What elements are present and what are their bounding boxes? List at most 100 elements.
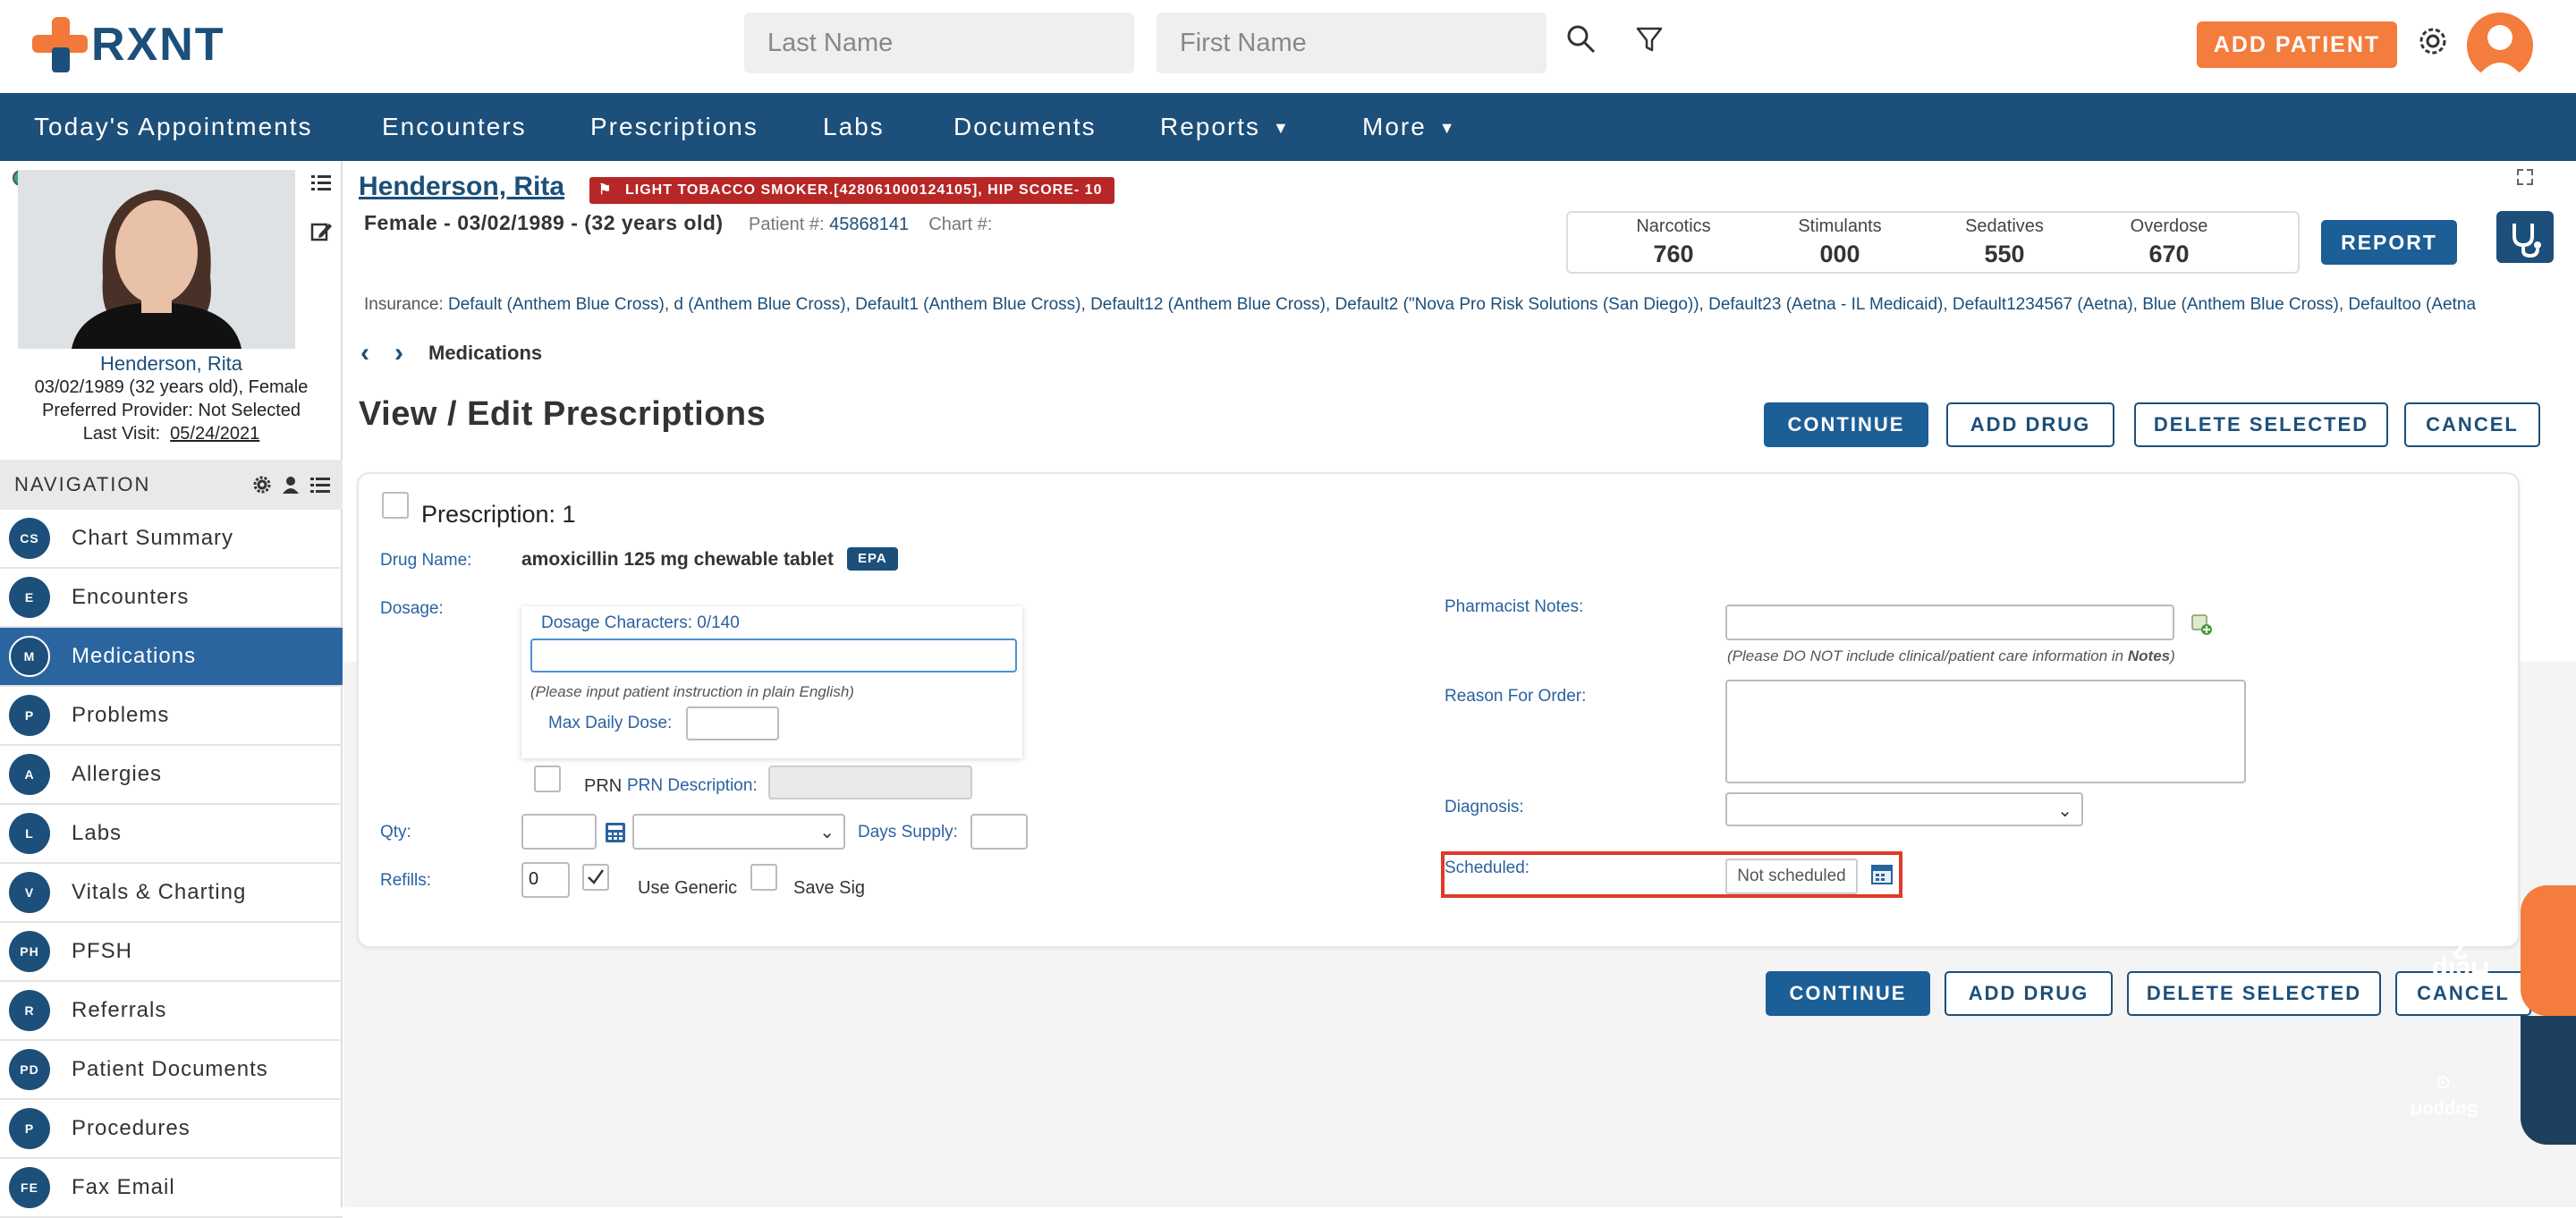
notes-add-icon[interactable]	[2189, 612, 2214, 637]
nav-encounters[interactable]: Encounters	[382, 93, 527, 161]
main-nav: Today's Appointments Encounters Prescrip…	[0, 93, 2576, 161]
qty-input[interactable]	[521, 814, 597, 850]
sidebar-item-encounters[interactable]: E Encounters	[0, 569, 343, 628]
sidebar-item-patient-documents[interactable]: PD Patient Documents	[0, 1041, 343, 1100]
filter-icon[interactable]	[1631, 21, 1667, 57]
qty-unit-select[interactable]: ⌄	[632, 814, 845, 850]
back-arrow-icon[interactable]: ‹	[360, 338, 369, 368]
breadcrumb-current: Medications	[428, 342, 543, 364]
nav-badge: CS	[9, 518, 50, 559]
nav-reports[interactable]: Reports ▼	[1160, 93, 1291, 161]
nav-todays-appointments[interactable]: Today's Appointments	[34, 93, 313, 161]
prescription-select-checkbox[interactable]	[382, 492, 409, 519]
nav-prescriptions[interactable]: Prescriptions	[590, 93, 758, 161]
user-avatar[interactable]	[2467, 13, 2533, 79]
nav-labs[interactable]: Labs	[823, 93, 885, 161]
expand-icon[interactable]	[2516, 168, 2534, 186]
continue-button-bottom[interactable]: CONTINUE	[1766, 971, 1930, 1016]
dosage-panel: Dosage Characters: 0/140 (Please input p…	[521, 606, 1022, 758]
prn-checkbox[interactable]	[534, 765, 561, 792]
prn-label: PRN	[584, 776, 623, 796]
chevron-down-icon: ▼	[1273, 119, 1291, 137]
nav-badge: P	[9, 1108, 50, 1149]
sidebar-item-chart-summary[interactable]: CS Chart Summary	[0, 510, 343, 569]
add-patient-button[interactable]: ADD PATIENT	[2197, 21, 2397, 68]
sidebar-item-label: Procedures	[72, 1116, 191, 1140]
pharmacist-notes-label: Pharmacist Notes:	[1445, 597, 1584, 616]
use-generic-checkbox[interactable]	[582, 864, 609, 891]
nav-badge: M	[9, 636, 50, 677]
support-tab[interactable]: ⊙ Support	[2410, 1016, 2576, 1145]
sidebar-item-vitals-charting[interactable]: V Vitals & Charting	[0, 864, 343, 923]
scheduled-value[interactable]: Not scheduled	[1725, 859, 1858, 894]
sidebar-item-allergies[interactable]: A Allergies	[0, 746, 343, 805]
patient-number-value[interactable]: 45868141	[829, 215, 909, 234]
save-sig-checkbox[interactable]	[750, 864, 777, 891]
nav-badge: R	[9, 990, 50, 1031]
person-icon[interactable]	[282, 476, 300, 494]
days-supply-input[interactable]	[970, 814, 1028, 850]
calculator-icon[interactable]	[604, 821, 627, 844]
settings-gear-icon[interactable]	[2415, 23, 2451, 59]
sidebar-item-fax-email[interactable]: FE Fax Email	[0, 1159, 343, 1218]
sidebar-item-labs[interactable]: L Labs	[0, 805, 343, 864]
diagnosis-select[interactable]: ⌄	[1725, 792, 2083, 826]
list-icon[interactable]	[310, 476, 330, 494]
chevron-down-icon: ⌄	[2057, 801, 2072, 821]
last-name-search-input[interactable]	[744, 13, 1134, 73]
pharmacist-notes-input[interactable]	[1725, 605, 2174, 640]
logo-cross-icon	[32, 17, 88, 72]
nav-badge: PH	[9, 931, 50, 972]
delete-selected-button-top[interactable]: DELETE SELECTED	[2134, 402, 2388, 447]
top-bar: RXNT ADD PATIENT	[0, 0, 2576, 93]
sidebar-item-referrals[interactable]: R Referrals	[0, 982, 343, 1041]
sidebar-item-procedures[interactable]: P Procedures	[0, 1100, 343, 1159]
report-button[interactable]: REPORT	[2321, 220, 2457, 265]
refills-input[interactable]: 0	[521, 862, 570, 898]
reason-for-order-textarea[interactable]	[1725, 680, 2246, 783]
nav-more[interactable]: More ▼	[1362, 93, 1457, 161]
stat-sedatives: Sedatives 550	[1933, 216, 2076, 268]
stat-value: 760	[1653, 241, 1694, 267]
sidebar-item-problems[interactable]: P Problems	[0, 687, 343, 746]
nav-documents[interactable]: Documents	[953, 93, 1097, 161]
qty-label: Qty:	[380, 823, 411, 842]
list-icon[interactable]	[309, 172, 333, 195]
nav-badge: PD	[9, 1049, 50, 1090]
max-daily-dose-input[interactable]	[686, 706, 779, 740]
gear-icon[interactable]	[253, 476, 271, 494]
prn-description-input[interactable]	[768, 765, 972, 799]
sidebar-patient-dob: 03/02/1989 (32 years old), Female	[34, 377, 309, 397]
sidebar-patient-name[interactable]: Henderson, Rita	[0, 352, 343, 376]
stat-value: 550	[1984, 241, 2025, 267]
delete-selected-button-bottom[interactable]: DELETE SELECTED	[2127, 971, 2381, 1016]
insurance-values[interactable]: Default (Anthem Blue Cross), d (Anthem B…	[448, 295, 2476, 314]
sidebar-nav-list: CS Chart Summary E Encounters M Medications…	[0, 510, 343, 1218]
patient-alert-flag[interactable]: ⚑ LIGHT TOBACCO SMOKER.[428061000124105],…	[589, 177, 1115, 204]
stat-overdose: Overdose 670	[2097, 216, 2241, 268]
patient-photo	[18, 170, 295, 349]
continue-button-top[interactable]: CONTINUE	[1764, 402, 1928, 447]
pdmp-stats: Narcotics 760 Stimulants 000 Sedatives 550 …	[1566, 211, 2300, 274]
search-icon[interactable]	[1563, 21, 1599, 57]
stethoscope-button[interactable]	[2496, 211, 2554, 263]
patient-name-link[interactable]: Henderson, Rita	[359, 172, 564, 202]
calendar-icon[interactable]	[1870, 862, 1894, 885]
sidebar-item-pfsh[interactable]: PH PFSH	[0, 923, 343, 982]
use-generic-label: Use Generic	[638, 878, 738, 898]
help-tab[interactable]: ? Help	[2431, 885, 2576, 1016]
first-name-search-input[interactable]	[1157, 13, 1546, 73]
sidebar-item-label: Referrals	[72, 998, 167, 1022]
last-visit-link[interactable]: 05/24/2021	[170, 424, 259, 444]
forward-arrow-icon[interactable]: ›	[394, 338, 403, 368]
add-drug-button-top[interactable]: ADD DRUG	[1946, 402, 2114, 447]
dosage-input[interactable]	[530, 639, 1017, 672]
sidebar-item-medications[interactable]: M Medications	[0, 628, 343, 687]
sidebar-item-label: Encounters	[72, 585, 190, 609]
edit-icon[interactable]	[309, 220, 333, 243]
support-icon: ⊙	[2436, 1071, 2451, 1092]
add-drug-button-bottom[interactable]: ADD DRUG	[1945, 971, 2113, 1016]
cancel-button-top[interactable]: CANCEL	[2404, 402, 2540, 447]
epa-badge[interactable]: EPA	[847, 547, 898, 571]
rxnt-logo[interactable]: RXNT	[32, 16, 225, 73]
